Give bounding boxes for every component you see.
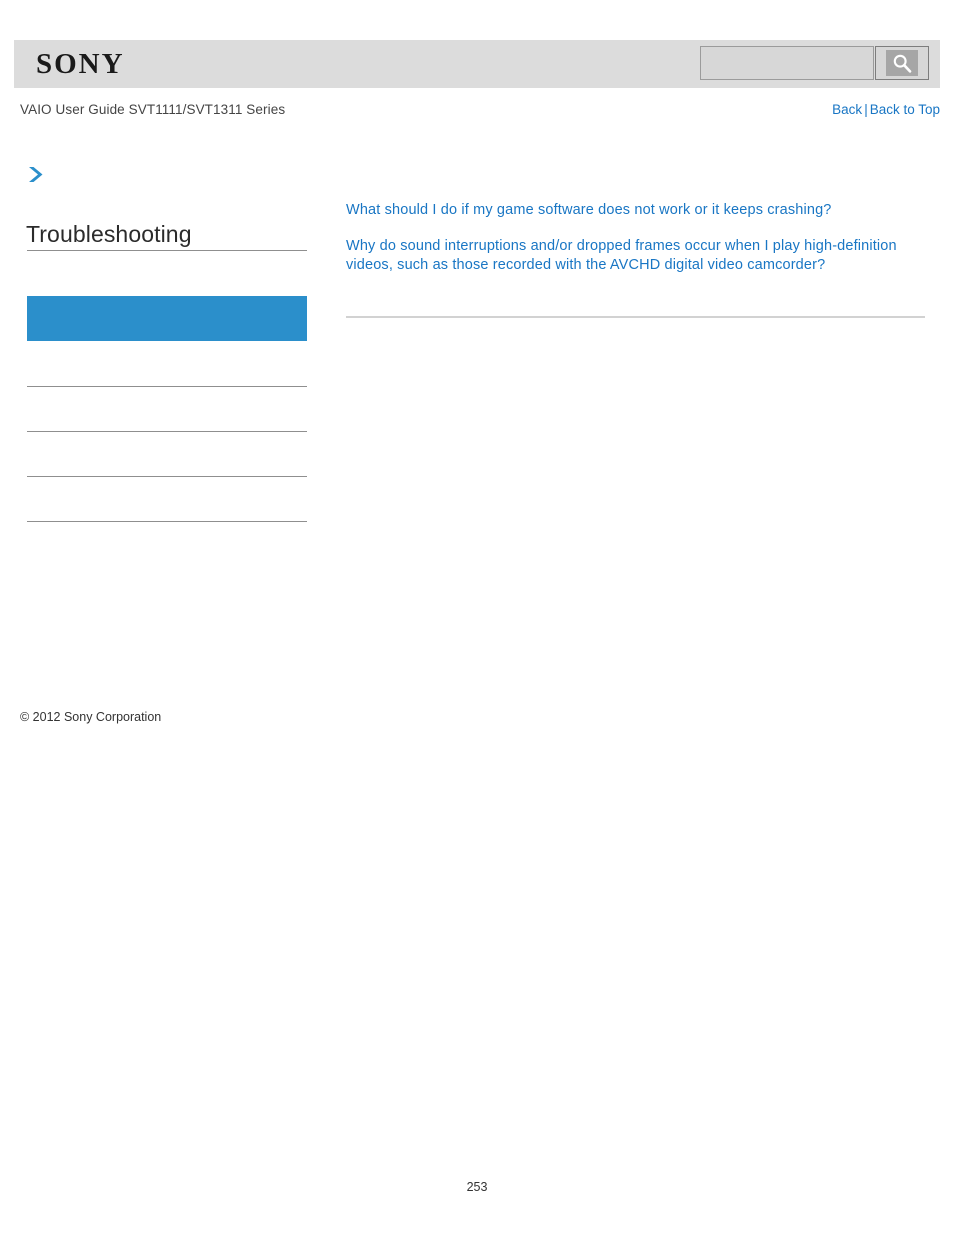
sidebar-item-4[interactable] [27, 521, 307, 566]
title-divider [27, 250, 307, 251]
sidebar-item-3[interactable] [27, 476, 307, 521]
page-number: 253 [466, 1180, 488, 1194]
link-separator: | [864, 102, 868, 117]
guide-title: VAIO User Guide SVT1111/SVT1311 Series [20, 102, 286, 117]
back-link[interactable]: Back [832, 102, 862, 117]
content-link-1[interactable]: What should I do if my game software doe… [346, 201, 926, 221]
search-icon [886, 50, 918, 76]
copyright-text: © 2012 Sony Corporation [20, 710, 162, 724]
sony-logo: SONY [36, 48, 125, 80]
search-button[interactable] [875, 46, 929, 80]
header-bar: SONY [14, 40, 940, 88]
sidebar-item-1[interactable] [27, 386, 307, 431]
search-area [700, 46, 930, 82]
search-input[interactable] [700, 46, 874, 80]
back-to-top-link[interactable]: Back to Top [870, 102, 940, 117]
sidebar-item-active[interactable] [27, 296, 307, 341]
sidebar-item-2[interactable] [27, 431, 307, 476]
content-divider [346, 316, 925, 318]
page-title: Troubleshooting [26, 221, 192, 247]
main-content: What should I do if my game software doe… [346, 150, 926, 318]
page-root: SONY VAIO User Guide SVT1111/SVT1311 Ser… [0, 0, 954, 1235]
content-link-2[interactable]: Why do sound interruptions and/or droppe… [346, 237, 926, 276]
header-nav-links: Back | Back to Top [832, 102, 940, 117]
chevron-right-icon[interactable] [26, 164, 46, 186]
